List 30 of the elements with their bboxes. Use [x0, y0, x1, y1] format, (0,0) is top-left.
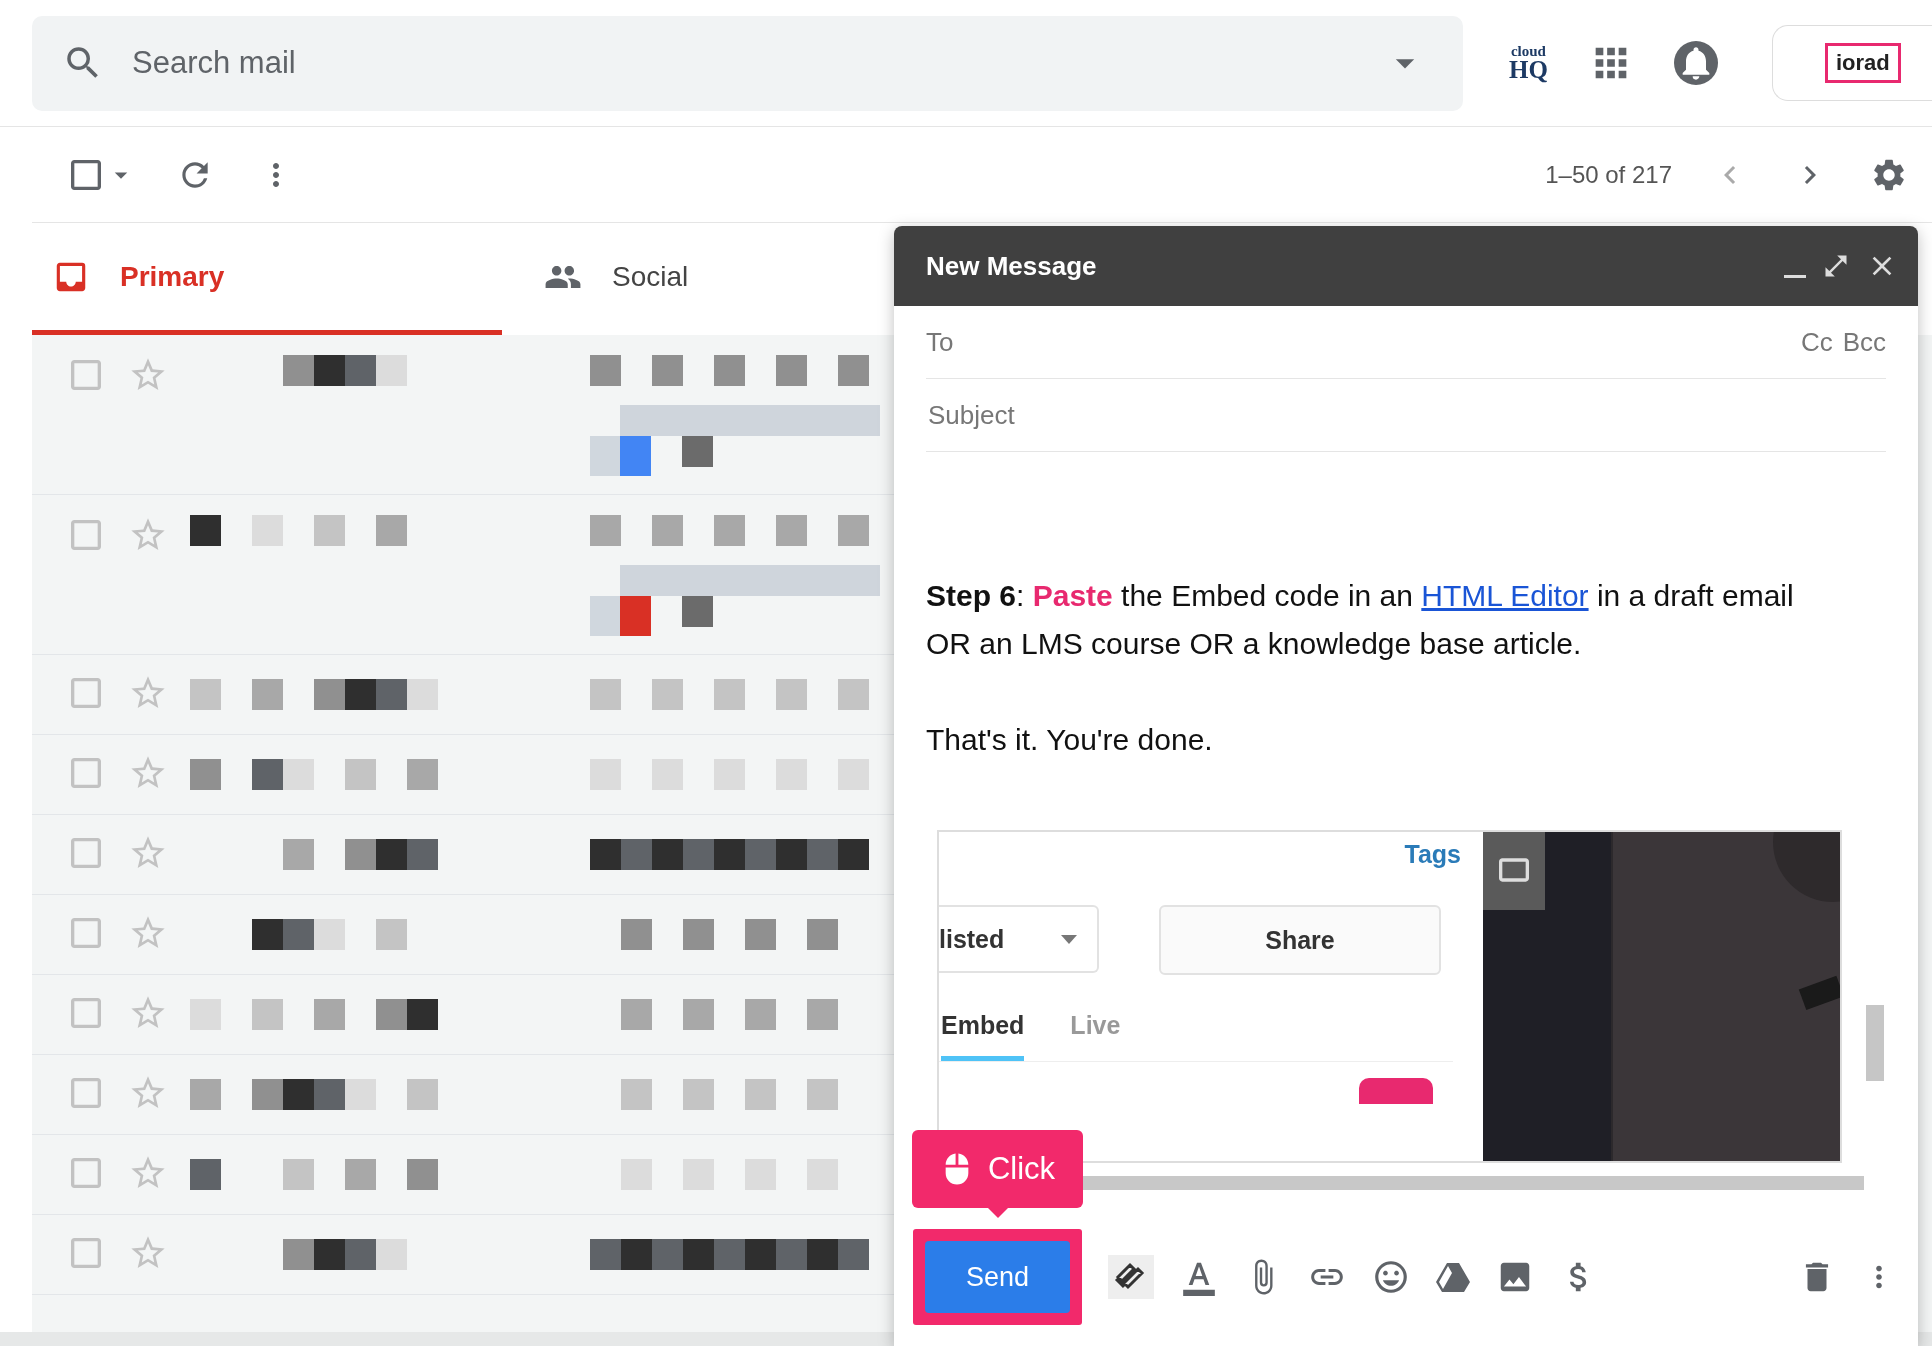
account-button[interactable]: iorad — [1772, 25, 1932, 101]
tags-link[interactable]: Tags — [1404, 840, 1461, 869]
cc-link[interactable]: Cc — [1800, 326, 1833, 358]
search-input[interactable]: Search mail — [130, 44, 1357, 82]
tab-label: Social — [612, 260, 689, 293]
horizontal-scrollbar[interactable] — [1083, 1176, 1864, 1190]
html-editor-link[interactable]: HTML Editor — [1421, 579, 1589, 612]
pagination-text: 1–50 of 217 — [1545, 160, 1672, 189]
to-field[interactable]: To Cc Bcc — [926, 306, 1886, 379]
send-button[interactable]: Send — [925, 1241, 1070, 1313]
embed-tab[interactable]: Embed — [941, 1011, 1025, 1061]
tab-label: Primary — [120, 260, 225, 293]
bcc-link[interactable]: Bcc — [1842, 326, 1886, 358]
tooltip-text: Click — [987, 1151, 1056, 1187]
iorad-logo: iorad — [1825, 43, 1901, 83]
drive-icon[interactable] — [1436, 1262, 1470, 1292]
search-field[interactable]: Search mail — [32, 15, 1463, 111]
compose-title: New Message — [926, 250, 1098, 282]
vertical-scrollbar[interactable] — [1866, 1005, 1884, 1081]
cloudhq-logo[interactable]: cloud HQ — [1509, 45, 1548, 81]
visibility-dropdown[interactable]: listed — [939, 905, 1099, 973]
signature-tool-icon[interactable] — [1108, 1255, 1154, 1299]
notification-bell-icon[interactable] — [1673, 41, 1718, 85]
share-button[interactable]: Share — [1159, 905, 1441, 975]
body-paragraph: That's it. You're done. — [926, 722, 1214, 758]
inbox-tab[interactable]: Social — [544, 223, 804, 335]
emoji-icon[interactable] — [1372, 1258, 1410, 1296]
caret-icon — [1061, 934, 1077, 944]
to-label: To — [926, 326, 955, 358]
body-paragraph: Step 6: Paste the Embed code in an HTML Editor in a draft email OR an LMS course OR a knowledge base article. — [926, 578, 1795, 662]
